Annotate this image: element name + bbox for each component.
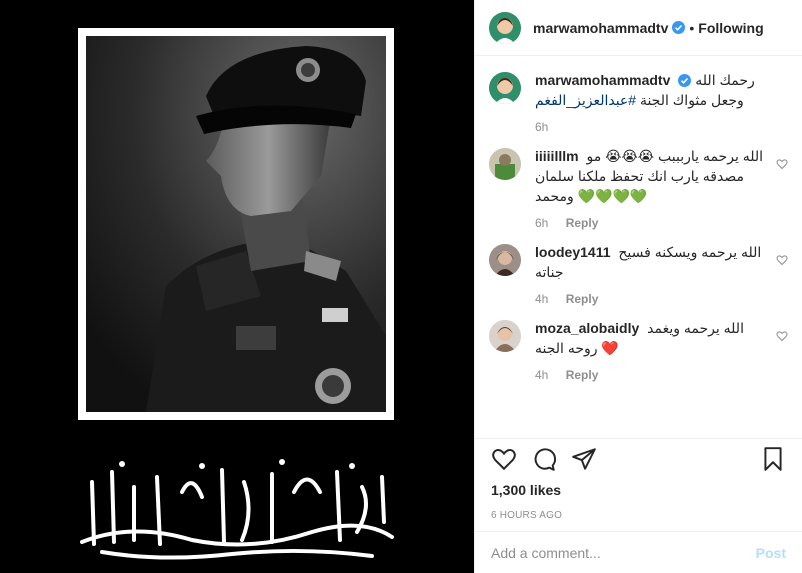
- author-avatar[interactable]: [489, 72, 521, 104]
- comment-meta: 6h Reply: [535, 216, 764, 230]
- verified-badge-icon: [678, 72, 692, 87]
- commenter-avatar[interactable]: [489, 148, 521, 180]
- comment-input[interactable]: [491, 544, 756, 561]
- post-photo: [86, 36, 386, 412]
- comment-icon[interactable]: [531, 446, 557, 472]
- likes-count[interactable]: 1,300 likes: [475, 478, 802, 498]
- reply-button[interactable]: Reply: [566, 368, 599, 382]
- instagram-post: marwamohammadtv • Following marwamohamma…: [0, 0, 802, 573]
- comment-username[interactable]: iiiiilllm: [535, 148, 579, 164]
- reply-button[interactable]: Reply: [566, 292, 599, 306]
- small-heart-icon[interactable]: [776, 158, 788, 170]
- comment-username[interactable]: moza_alobaidly: [535, 320, 639, 336]
- comment-row: iiiiilllm الله يرحمه ياربببب 😭😭😭 مو مصدق…: [489, 146, 788, 230]
- small-heart-icon[interactable]: [776, 330, 788, 342]
- comment-body: moza_alobaidly الله يرحمه ويغمد روحه الج…: [535, 318, 788, 382]
- small-heart-icon[interactable]: [776, 254, 788, 266]
- caption-text: marwamohammadtv رحمك الله وجعل مثواك الج…: [535, 70, 764, 110]
- caption-hashtag[interactable]: #عبدالعزيز_الفغم: [535, 92, 636, 108]
- officer-portrait-image: [86, 36, 386, 412]
- author-avatar[interactable]: [489, 11, 521, 44]
- comment-time[interactable]: 6h: [535, 216, 548, 230]
- comment-text: loodey1411 الله يرحمه ويسكنه فسيح جناته: [535, 242, 764, 282]
- comments-list: marwamohammadtv رحمك الله وجعل مثواك الج…: [475, 56, 802, 438]
- post-timestamp[interactable]: 6 HOURS AGO: [475, 498, 802, 531]
- comment-text: moza_alobaidly الله يرحمه ويغمد روحه الج…: [535, 318, 764, 358]
- comment-body: loodey1411 الله يرحمه ويسكنه فسيح جناته …: [535, 242, 788, 306]
- comment-row: loodey1411 الله يرحمه ويسكنه فسيح جناته …: [489, 242, 788, 306]
- comment-text: iiiiilllm الله يرحمه ياربببب 😭😭😭 مو مصدق…: [535, 146, 764, 206]
- comment-composer: Post: [475, 531, 802, 573]
- post-header: marwamohammadtv • Following: [475, 0, 802, 56]
- commenter-avatar[interactable]: [489, 244, 521, 276]
- comment-time[interactable]: 4h: [535, 292, 548, 306]
- comment-meta: 4h Reply: [535, 368, 764, 382]
- header-separator: •: [689, 19, 695, 36]
- bookmark-icon[interactable]: [760, 446, 786, 472]
- caption-time[interactable]: 6h: [535, 120, 548, 134]
- comment-row: moza_alobaidly الله يرحمه ويغمد روحه الج…: [489, 318, 788, 382]
- post-media[interactable]: [0, 0, 474, 573]
- photo-frame: [78, 28, 394, 420]
- verified-badge-icon: [672, 21, 686, 34]
- post-sidebar: marwamohammadtv • Following marwamohamma…: [474, 0, 802, 573]
- share-icon[interactable]: [571, 446, 597, 472]
- reply-button[interactable]: Reply: [566, 216, 599, 230]
- following-button[interactable]: Following: [698, 20, 763, 36]
- author-username[interactable]: marwamohammadtv: [533, 20, 668, 36]
- caption-body: marwamohammadtv رحمك الله وجعل مثواك الج…: [535, 70, 788, 134]
- post-comment-button[interactable]: Post: [756, 545, 786, 561]
- caption-row: marwamohammadtv رحمك الله وجعل مثواك الج…: [489, 70, 788, 134]
- comment-meta: 4h Reply: [535, 292, 764, 306]
- caption-meta: 6h: [535, 120, 764, 134]
- calligraphy-text-image: [72, 452, 402, 562]
- comment-username[interactable]: loodey1411: [535, 244, 611, 260]
- comment-body: iiiiilllm الله يرحمه ياربببب 😭😭😭 مو مصدق…: [535, 146, 788, 230]
- caption-username[interactable]: marwamohammadtv: [535, 72, 670, 88]
- commenter-avatar[interactable]: [489, 320, 521, 352]
- action-bar: [475, 438, 802, 478]
- heart-icon[interactable]: [491, 446, 517, 472]
- comment-time[interactable]: 4h: [535, 368, 548, 382]
